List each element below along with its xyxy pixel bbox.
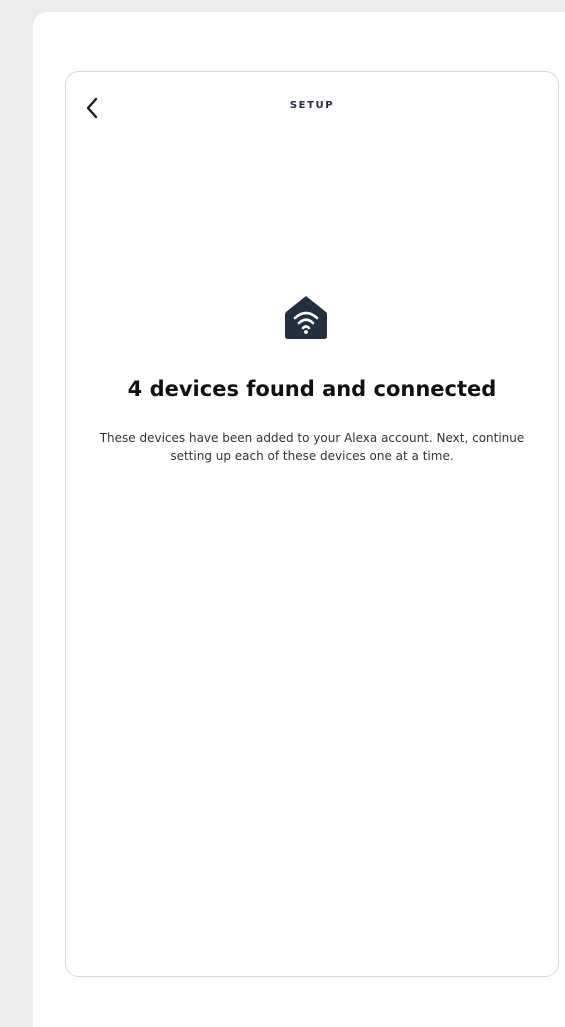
status-description: These devices have been added to your Al… [99, 431, 525, 463]
smart-home-wifi-icon [285, 296, 327, 339]
setup-screen: SETUP 4 devices found and connected Thes… [65, 71, 559, 977]
page-title: SETUP [289, 100, 335, 111]
status-heading: 4 devices found and connected [127, 377, 497, 401]
